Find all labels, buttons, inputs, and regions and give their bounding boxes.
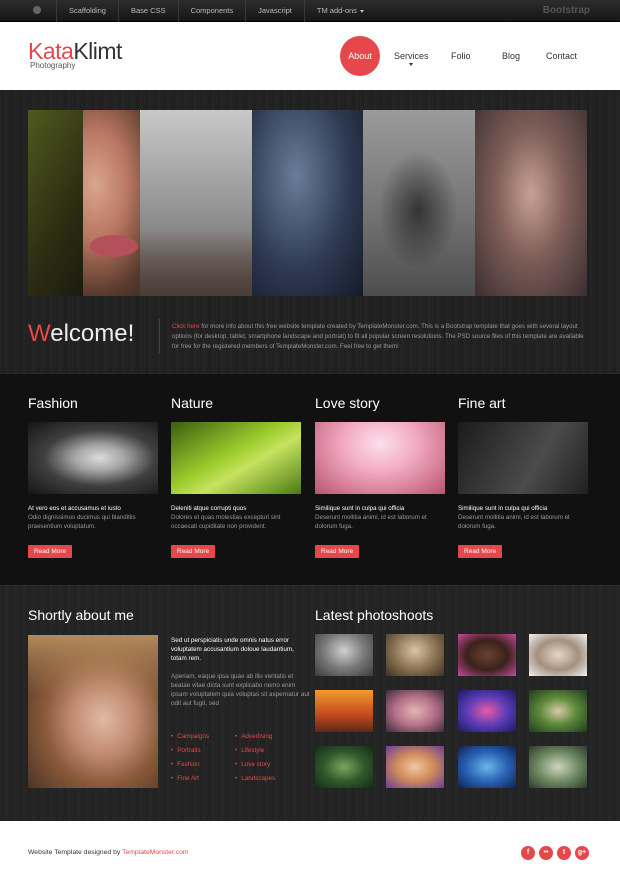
photo-thumb[interactable] — [529, 634, 587, 676]
chevron-down-icon — [409, 63, 414, 66]
hero-panel-clouds — [475, 110, 587, 296]
category-image[interactable] — [28, 422, 158, 494]
category-headline: Similique sunt in culpa qui officia — [315, 505, 405, 512]
category-image[interactable] — [458, 422, 588, 494]
about-title: Shortly about me — [28, 607, 134, 623]
about-portrait — [28, 635, 158, 788]
hero-slider[interactable] — [28, 110, 587, 296]
category-image[interactable] — [315, 422, 445, 494]
nav-about[interactable]: About — [340, 36, 380, 76]
footer-credit: Website Template designed by TemplateMon… — [28, 849, 189, 856]
category-headline: At vero eos et accusamus et iusto — [28, 505, 121, 512]
welcome-text: Click here for more info about this free… — [172, 322, 590, 352]
hero-panel-face — [28, 110, 140, 296]
photo-thumb[interactable] — [386, 746, 444, 788]
category-image[interactable] — [171, 422, 301, 494]
photo-thumb[interactable] — [315, 634, 373, 676]
read-more-button[interactable]: Read More — [28, 545, 73, 558]
click-here-link[interactable]: Click here — [172, 323, 200, 330]
templatemonster-link[interactable]: TemplateMonster.com — [122, 849, 189, 856]
nav-contact[interactable]: Contact — [546, 51, 577, 61]
top-nav-components[interactable]: Components — [177, 0, 246, 22]
hero-panel-hand — [139, 110, 252, 296]
top-nav-tm-addons-label: TM add-ons — [316, 6, 357, 15]
photo-thumb[interactable] — [386, 634, 444, 676]
hero-section: Welcome! Click here for more info about … — [0, 90, 620, 373]
flickr-icon[interactable]: •• — [539, 846, 553, 860]
link-portraits[interactable]: Portraits — [171, 747, 241, 761]
category-title: Nature — [171, 395, 214, 411]
category-text: Deserunt mollitia animi, id est laborum … — [458, 514, 570, 530]
read-more-button[interactable]: Read More — [171, 545, 216, 558]
category-title: Love story — [315, 395, 380, 411]
about-links-left: Campaigns Portraits Fashion Fine Art — [171, 733, 241, 789]
bootstrap-brand[interactable]: Bootstrap — [543, 0, 590, 22]
about-text: Aperiam, eaque ipsa quae ab illo veritat… — [171, 673, 310, 707]
category-nature: Nature Deleniti atque corrupti quos Dolo… — [171, 395, 301, 558]
category-title: Fashion — [28, 395, 78, 411]
footer-credit-text: Website Template designed by — [28, 849, 123, 856]
link-landscapes[interactable]: Landscapes — [235, 775, 305, 789]
category-text: Odio dignissimos ducimus qui blanditiis … — [28, 514, 136, 530]
link-love-story[interactable]: Love story — [235, 761, 305, 775]
photo-thumb[interactable] — [529, 746, 587, 788]
about-photoshoots-section: Shortly about me Sed ut perspiciatis und… — [0, 585, 620, 821]
top-nav: Scaffolding Base CSS Components Javascri… — [56, 0, 376, 22]
read-more-button[interactable]: Read More — [315, 545, 360, 558]
google-plus-icon[interactable]: g+ — [575, 846, 589, 860]
category-fine-art: Fine art Similique sunt in culpa qui off… — [458, 395, 588, 558]
photo-thumb[interactable] — [458, 746, 516, 788]
welcome-body: for more info about this free website te… — [172, 323, 584, 350]
photo-thumb[interactable] — [458, 634, 516, 676]
hero-panel-feathers — [251, 110, 364, 296]
link-advertising[interactable]: Advertising — [235, 733, 305, 747]
link-lifestyle[interactable]: Lifestyle — [235, 747, 305, 761]
photo-thumb[interactable] — [529, 690, 587, 732]
facebook-icon[interactable]: f — [521, 846, 535, 860]
top-bar: Scaffolding Base CSS Components Javascri… — [0, 0, 620, 22]
photo-thumb[interactable] — [315, 690, 373, 732]
category-fashion: Fashion At vero eos et accusamus et iust… — [28, 395, 158, 558]
welcome-first-letter: W — [28, 320, 51, 347]
nav-folio[interactable]: Folio — [451, 51, 471, 61]
welcome-divider — [159, 319, 160, 353]
category-headline: Similique sunt in culpa qui officia — [458, 505, 548, 512]
welcome-rest: elcome! — [50, 320, 135, 347]
main-nav: About Services Folio Blog Contact — [0, 22, 620, 90]
top-nav-javascript[interactable]: Javascript — [245, 0, 304, 22]
nav-services[interactable]: Services — [394, 51, 429, 66]
site-footer: Website Template designed by TemplateMon… — [0, 821, 620, 878]
about-links-right: Advertising Lifestyle Love story Landsca… — [235, 733, 305, 789]
caret-down-icon — [359, 9, 364, 13]
hero-panel-veil — [363, 110, 476, 296]
top-nav-tm-addons[interactable]: TM add-ons — [303, 0, 376, 22]
link-fine-art[interactable]: Fine Art — [171, 775, 241, 789]
category-title: Fine art — [458, 395, 506, 411]
category-headline: Deleniti atque corrupti quos — [171, 505, 247, 512]
photo-thumb[interactable] — [386, 690, 444, 732]
link-fashion[interactable]: Fashion — [171, 761, 241, 775]
photo-thumb[interactable] — [315, 746, 373, 788]
category-text: Dolores et quas molestias excepturi sint… — [171, 514, 281, 530]
nav-services-label: Services — [394, 51, 429, 61]
top-nav-base-css[interactable]: Base CSS — [117, 0, 178, 22]
top-nav-scaffolding[interactable]: Scaffolding — [56, 0, 118, 22]
photoshoots-title: Latest photoshoots — [315, 607, 434, 623]
site-header: KataKlimt Photography About Services Fol… — [0, 22, 620, 90]
social-icons: f •• t g+ — [521, 846, 589, 860]
twitter-icon[interactable]: t — [557, 846, 571, 860]
category-love-story: Love story Similique sunt in culpa qui o… — [315, 395, 445, 558]
categories-section: Fashion At vero eos et accusamus et iust… — [0, 373, 620, 585]
home-icon[interactable] — [33, 6, 41, 14]
about-lead: Sed ut perspiciatis unde omnis natus err… — [171, 637, 294, 662]
nav-blog[interactable]: Blog — [502, 51, 520, 61]
category-text: Deserunt mollitia animi, id est laborum … — [315, 514, 427, 530]
photo-thumb[interactable] — [458, 690, 516, 732]
read-more-button[interactable]: Read More — [458, 545, 503, 558]
welcome-heading: Welcome! — [28, 320, 134, 348]
link-campaigns[interactable]: Campaigns — [171, 733, 241, 747]
